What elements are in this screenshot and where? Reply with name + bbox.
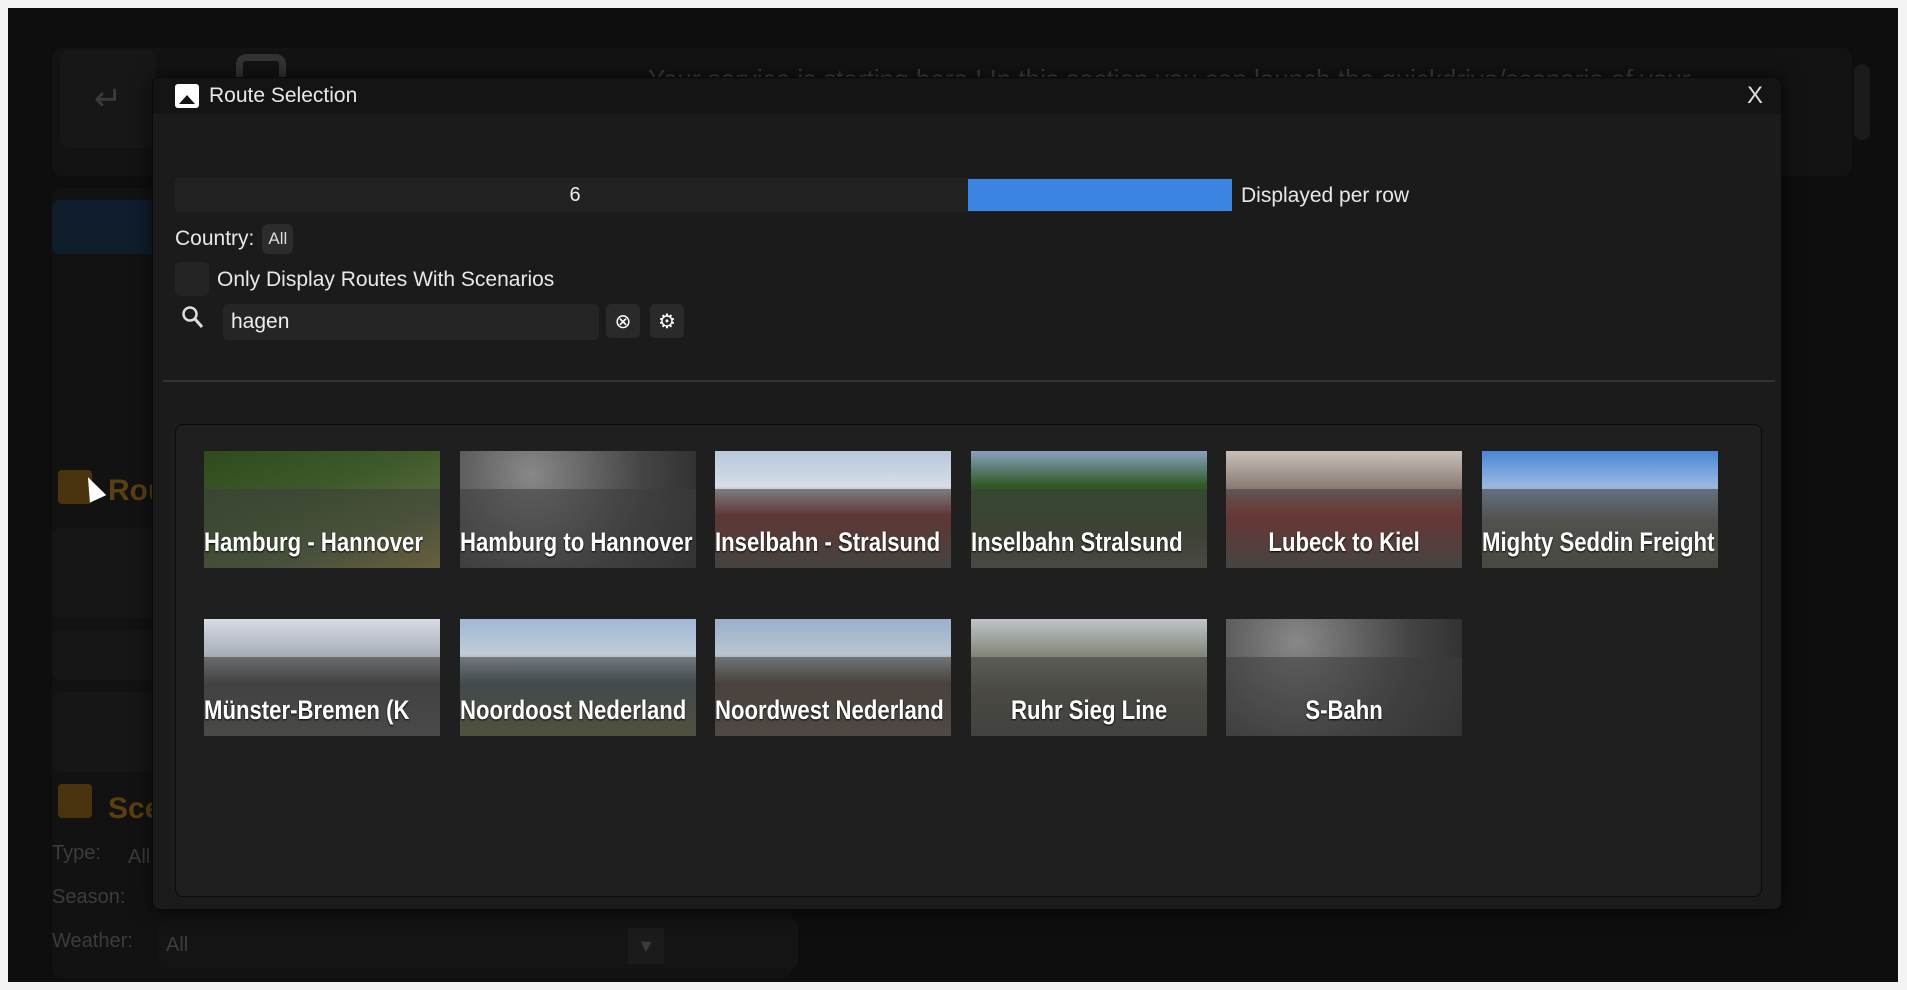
route-name: Inselbahn Stralsund xyxy=(970,527,1183,557)
clear-icon: ⊗ xyxy=(614,310,632,333)
scrollbar[interactable] xyxy=(1854,64,1870,140)
route-name: Mighty Seddin Freight xyxy=(1481,527,1714,557)
route-name: Ruhr Sieg Line xyxy=(1010,695,1167,725)
search-settings-button[interactable]: ⚙ xyxy=(650,304,684,338)
per-row-slider[interactable]: 6 xyxy=(175,178,1232,212)
route-tile[interactable]: Ruhr Sieg Line xyxy=(970,619,1207,736)
weather-value[interactable]: All xyxy=(166,934,188,957)
country-dropdown[interactable]: All xyxy=(262,224,294,254)
per-row-label: Displayed per row xyxy=(1241,184,1410,207)
route-tile[interactable]: Lubeck to Kiel xyxy=(1226,451,1462,568)
route-name: Hamburg - Hannover xyxy=(204,527,423,557)
scenarios-book-icon xyxy=(58,784,92,818)
route-tile[interactable]: Noordwest Nederland xyxy=(715,619,951,736)
slider-handle[interactable] xyxy=(967,179,1232,211)
only-scenarios-label: Only Display Routes With Scenarios xyxy=(217,268,555,291)
route-tile[interactable]: S-Bahn xyxy=(1226,619,1462,736)
back-arrow-icon: ↵ xyxy=(93,80,123,118)
divider xyxy=(163,380,1775,382)
gear-icon: ⚙ xyxy=(658,310,676,333)
route-name: Inselbahn - Stralsund xyxy=(715,527,941,557)
route-name: Münster-Bremen (K xyxy=(204,695,410,725)
bg-card xyxy=(52,528,162,618)
close-button[interactable]: X xyxy=(1747,82,1763,110)
route-selection-dialog: Route Selection X 6 Displayed per row Co… xyxy=(152,77,1782,910)
dialog-title: Route Selection xyxy=(209,84,358,107)
weather-select[interactable] xyxy=(158,920,798,968)
route-name: S-Bahn xyxy=(1305,695,1383,725)
country-filter: Country: All xyxy=(175,224,294,254)
type-value[interactable]: All xyxy=(128,846,150,869)
route-name: Noordoost Nederland xyxy=(459,695,686,725)
app-window: ↵ Your service is starting here ! In thi… xyxy=(8,8,1898,982)
image-icon xyxy=(175,84,199,108)
only-scenarios-checkbox[interactable] xyxy=(175,262,209,296)
route-tile[interactable]: Mighty Seddin Freight xyxy=(1481,451,1718,568)
route-tile[interactable]: Noordoost Nederland xyxy=(459,619,696,736)
dialog-header: Route Selection X xyxy=(153,78,1781,114)
route-tile[interactable]: Inselbahn Stralsund xyxy=(970,451,1207,568)
route-tile[interactable]: Münster-Bremen (K xyxy=(204,619,440,736)
back-button[interactable]: ↵ xyxy=(60,50,156,148)
dropdown-arrow-icon[interactable]: ▼ xyxy=(628,928,664,964)
season-label: Season: xyxy=(52,886,126,908)
clear-search-button[interactable]: ⊗ xyxy=(606,304,640,338)
type-label: Type: xyxy=(52,842,101,864)
country-label: Country: xyxy=(175,227,255,250)
search-icon xyxy=(182,306,204,328)
bg-card xyxy=(52,692,162,772)
route-name: Noordwest Nederland xyxy=(715,695,944,725)
route-tile[interactable]: Inselbahn - Stralsund xyxy=(715,451,951,568)
per-row-value: 6 xyxy=(569,184,581,206)
bg-card xyxy=(52,630,162,680)
weather-label: Weather: xyxy=(52,930,133,952)
search-input[interactable] xyxy=(223,304,599,340)
route-tile[interactable]: Hamburg - Hannover xyxy=(204,451,440,568)
route-tile[interactable]: Hamburg to Hannover xyxy=(459,451,696,568)
route-name: Lubeck to Kiel xyxy=(1268,527,1420,557)
route-grid: Hamburg - Hannover Hamburg to Hannover Ins… xyxy=(175,424,1762,897)
route-name: Hamburg to Hannover xyxy=(459,527,692,557)
